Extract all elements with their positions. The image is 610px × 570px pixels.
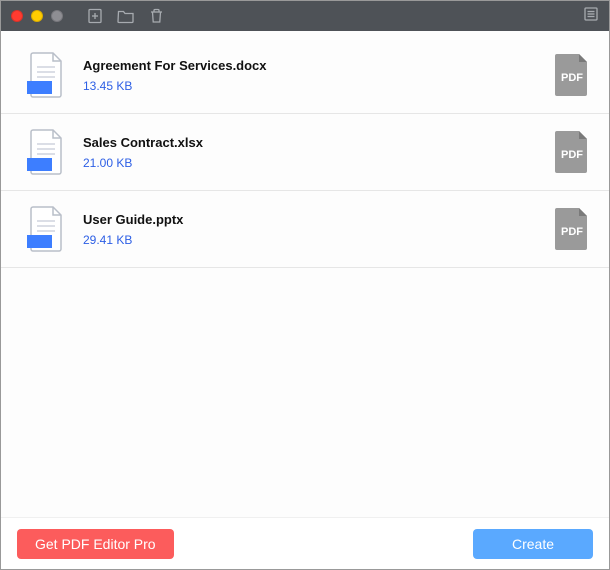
trash-icon[interactable] bbox=[149, 8, 164, 24]
file-name: Agreement For Services.docx bbox=[83, 58, 553, 73]
zoom-window-button[interactable] bbox=[51, 10, 63, 22]
create-button[interactable]: Create bbox=[473, 529, 593, 559]
document-icon bbox=[27, 128, 67, 176]
document-icon bbox=[27, 51, 67, 99]
file-row[interactable]: Sales Contract.xlsx 21.00 KB PDF bbox=[1, 114, 609, 191]
file-name: User Guide.pptx bbox=[83, 212, 553, 227]
svg-text:PDF: PDF bbox=[561, 72, 583, 84]
file-size: 21.00 KB bbox=[83, 156, 553, 170]
file-info: Agreement For Services.docx 13.45 KB bbox=[83, 58, 553, 93]
list-view-icon[interactable] bbox=[583, 6, 599, 27]
pdf-output-icon: PDF bbox=[553, 52, 591, 98]
pdf-output-icon: PDF bbox=[553, 206, 591, 252]
file-row[interactable]: Agreement For Services.docx 13.45 KB PDF bbox=[1, 37, 609, 114]
file-info: User Guide.pptx 29.41 KB bbox=[83, 212, 553, 247]
get-pro-button[interactable]: Get PDF Editor Pro bbox=[17, 529, 174, 559]
toolbar bbox=[87, 8, 164, 24]
folder-icon[interactable] bbox=[117, 8, 135, 24]
file-size: 29.41 KB bbox=[83, 233, 553, 247]
add-file-icon[interactable] bbox=[87, 8, 103, 24]
titlebar-left bbox=[11, 8, 164, 24]
minimize-window-button[interactable] bbox=[31, 10, 43, 22]
svg-text:PDF: PDF bbox=[561, 226, 583, 238]
close-window-button[interactable] bbox=[11, 10, 23, 22]
file-list: Agreement For Services.docx 13.45 KB PDF… bbox=[1, 31, 609, 517]
file-row[interactable]: User Guide.pptx 29.41 KB PDF bbox=[1, 191, 609, 268]
titlebar bbox=[1, 1, 609, 31]
svg-text:PDF: PDF bbox=[561, 149, 583, 161]
document-icon bbox=[27, 205, 67, 253]
file-name: Sales Contract.xlsx bbox=[83, 135, 553, 150]
file-size: 13.45 KB bbox=[83, 79, 553, 93]
file-info: Sales Contract.xlsx 21.00 KB bbox=[83, 135, 553, 170]
window-controls bbox=[11, 10, 63, 22]
pdf-output-icon: PDF bbox=[553, 129, 591, 175]
footer: Get PDF Editor Pro Create bbox=[1, 517, 609, 569]
